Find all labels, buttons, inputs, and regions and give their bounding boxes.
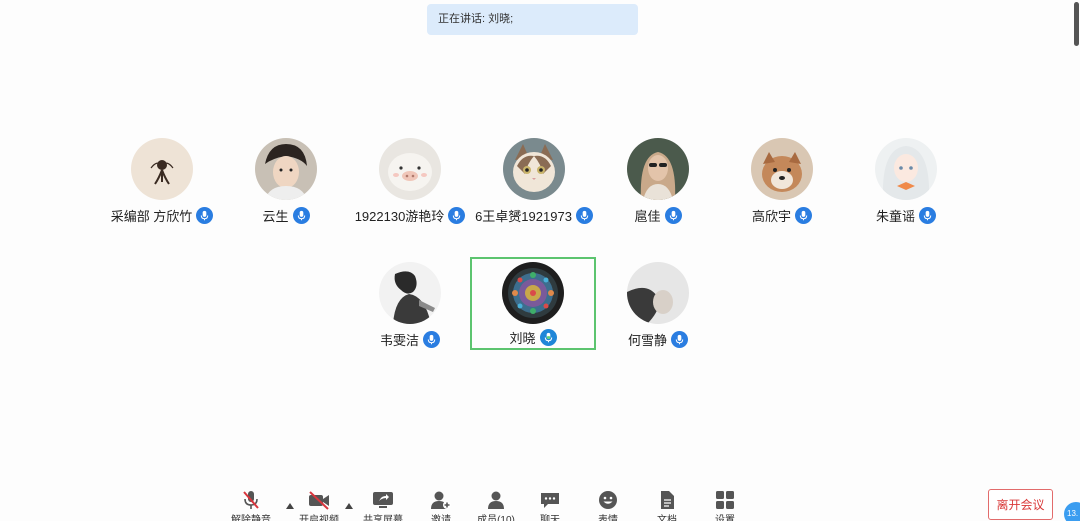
participant-name: 刘晓: [509, 330, 536, 346]
participant-name: 朱童谣: [875, 208, 915, 224]
reactions-button[interactable]: 表情: [580, 488, 636, 521]
members-label: 成员(10): [477, 515, 515, 521]
participant-tile[interactable]: 扈佳: [595, 134, 721, 226]
microphone-icon: [919, 206, 936, 224]
active-speaker-banner: 正在讲话: 刘晓;: [427, 4, 638, 35]
microphone-icon: [671, 330, 688, 348]
participant-tile[interactable]: 高欣宇: [719, 134, 845, 226]
participant-name: 扈佳: [634, 208, 661, 224]
share-screen-icon: [373, 492, 393, 508]
participant-tile[interactable]: 朱童谣: [843, 134, 969, 226]
participant-tile[interactable]: 采编部 方欣竹: [99, 134, 225, 226]
participant-name: 6王卓赟1921973: [475, 208, 572, 224]
microphone-icon: [795, 206, 812, 224]
microphone-icon: [664, 206, 682, 224]
avatar-dog-icon: [751, 138, 813, 200]
avatar-woman-icon: [627, 138, 689, 200]
microphone-icon: [575, 206, 593, 224]
chat-button[interactable]: 聊天: [522, 488, 578, 521]
start-video-label: 开启视频: [299, 515, 339, 521]
meeting-toolbar: 解除静音 开启视频 共享屏幕 邀请 成员(10) 聊天 表情 文档 设置: [0, 488, 1080, 521]
grid-settings-icon: [716, 491, 734, 509]
participant-name: 高欣宇: [751, 208, 791, 224]
settings-label: 设置: [715, 515, 735, 521]
participant-tile[interactable]: 1922130游艳玲: [347, 134, 473, 226]
avatar-gray-photo-icon: [627, 262, 689, 324]
start-video-button[interactable]: 开启视频: [291, 488, 347, 521]
participant-tile[interactable]: 何雪静: [595, 258, 721, 350]
video-off-icon: [309, 491, 329, 510]
invite-button[interactable]: 邀请: [413, 488, 469, 521]
settings-button[interactable]: 设置: [697, 488, 753, 521]
microphone-icon: [292, 206, 310, 224]
scrollbar[interactable]: [1072, 0, 1080, 50]
participant-tile-active-speaker[interactable]: 刘晓: [470, 257, 596, 350]
participant-name: 采编部 方欣竹: [110, 208, 193, 224]
meeting-stage: 正在讲话: 刘晓; 采编部 方欣竹 云生 1922130游艳玲 6王卓赟1921…: [0, 0, 1080, 521]
participant-name: 云生: [262, 208, 289, 224]
avatar-anime-icon: [875, 138, 937, 200]
scrollbar-thumb[interactable]: [1074, 2, 1079, 46]
share-screen-button[interactable]: 共享屏幕: [355, 488, 411, 521]
unmute-button[interactable]: 解除静音: [223, 488, 279, 521]
microphone-icon: [423, 330, 440, 348]
chat-label: 聊天: [540, 515, 560, 521]
participant-name: 何雪静: [627, 332, 667, 348]
avatar-portrait-icon: [255, 138, 317, 200]
video-options-caret[interactable]: [345, 496, 353, 509]
avatar-figure-icon: [131, 138, 193, 200]
smiley-icon: [599, 491, 617, 509]
avatar-mandala-icon: [502, 262, 564, 324]
share-screen-label: 共享屏幕: [363, 515, 403, 521]
microphone-icon: [196, 206, 214, 224]
participant-tile[interactable]: 韦雯洁: [347, 258, 473, 350]
participant-name: 韦雯洁: [379, 332, 419, 348]
muted-microphone-icon: [243, 491, 259, 509]
caret-up-icon: [345, 503, 353, 509]
chat-bubble-icon: [541, 493, 559, 508]
person-icon: [488, 491, 504, 509]
members-button[interactable]: 成员(10): [468, 488, 524, 521]
add-person-icon: [431, 491, 451, 509]
avatar-pig-icon: [379, 138, 441, 200]
document-icon: [661, 491, 674, 509]
participant-name: 1922130游艳玲: [354, 208, 445, 224]
invite-label: 邀请: [431, 515, 451, 521]
participant-tile[interactable]: 6王卓赟1921973: [471, 134, 597, 226]
speaking-microphone-icon: [539, 328, 557, 346]
avatar-bw-photo-icon: [379, 262, 441, 324]
floating-badge[interactable]: 13.: [1064, 502, 1080, 521]
microphone-icon: [448, 206, 466, 224]
documents-label: 文档: [657, 515, 677, 521]
unmute-label: 解除静音: [231, 515, 271, 521]
leave-meeting-button[interactable]: 离开会议: [988, 489, 1053, 520]
avatar-cat-icon: [503, 138, 565, 200]
reactions-label: 表情: [598, 515, 618, 521]
participant-tile[interactable]: 云生: [223, 134, 349, 226]
documents-button[interactable]: 文档: [639, 488, 695, 521]
